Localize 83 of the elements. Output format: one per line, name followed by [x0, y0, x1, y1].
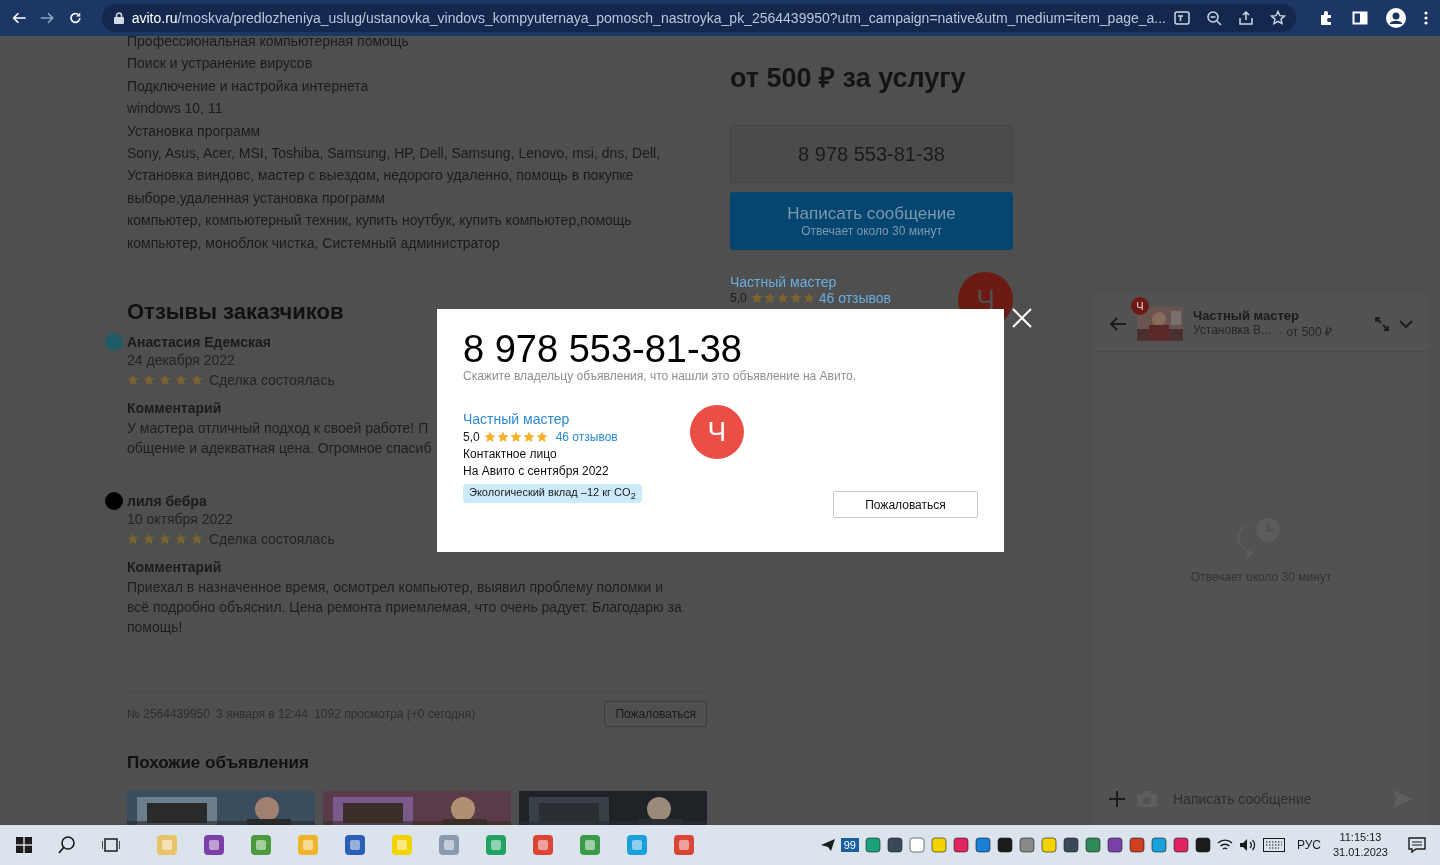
star-icon	[750, 292, 763, 304]
tray-icon[interactable]	[952, 837, 969, 853]
notification-badge: 99	[840, 838, 859, 852]
tray-icon[interactable]	[886, 837, 903, 853]
search-icon[interactable]	[58, 836, 76, 854]
star-icon	[535, 431, 548, 443]
star-icon	[789, 292, 802, 304]
forward-icon[interactable]	[40, 10, 55, 26]
tray-icon[interactable]	[1106, 837, 1123, 853]
report-button[interactable]: Пожаловаться	[833, 491, 978, 518]
eco-badge: Экологический вклад –12 кг CO$_{2}$	[463, 484, 642, 504]
star-icon	[175, 533, 187, 546]
reviews-link[interactable]: 46 отзывов	[555, 430, 618, 444]
rating-value: 5,0	[463, 430, 480, 444]
menu-icon[interactable]	[1424, 10, 1428, 26]
clock-time: 11:15:13	[1339, 830, 1382, 845]
tray-icon[interactable]	[1084, 837, 1101, 853]
app-icon[interactable]	[203, 834, 225, 856]
tray-icon[interactable]	[974, 837, 991, 853]
windows-icon[interactable]	[16, 837, 32, 853]
star-outline-icon[interactable]	[1270, 10, 1286, 26]
section-heading: Отзывы заказчиков	[127, 299, 344, 326]
task-view-icon[interactable]	[102, 837, 120, 853]
star-icon	[191, 533, 203, 546]
member-since: На Авито с сентября 2022	[463, 464, 609, 478]
star-icon	[127, 374, 139, 387]
address-bar[interactable]: avito.ru/moskva/predlozheniya_uslug/ustanovka_vindovs_kompyuternaya_pomosch_nastroyka_pk_2564439950?utm_campaign=native&utm_medium=item_page_a...	[101, 4, 1296, 32]
star-icon	[127, 533, 139, 546]
profile-icon[interactable]	[1386, 8, 1406, 28]
notification-icon[interactable]	[1408, 837, 1426, 853]
tray-icon[interactable]	[996, 837, 1013, 853]
reviews-link[interactable]: 46 отзывов	[818, 290, 892, 306]
app-icon[interactable]	[532, 834, 554, 856]
star-icon	[143, 533, 155, 546]
translate-icon[interactable]	[1174, 10, 1190, 26]
hint-text: Скажите владельцу объявления, что нашли это объявление на Авито.	[463, 369, 858, 383]
app-icon[interactable]	[673, 834, 695, 856]
tray-icon[interactable]	[1018, 837, 1035, 853]
clock-date: 31.01.2023	[1332, 845, 1388, 860]
seller-link[interactable]: Частный мастер	[463, 411, 570, 427]
contact-label: Контактное лицо	[463, 447, 557, 461]
language-indicator[interactable]: РУС	[1296, 838, 1321, 852]
back-icon[interactable]	[12, 10, 27, 26]
url-text: avito.ru/moskva/predlozheniya_uslug/ustanovka_vindovs_kompyuternaya_pomosch_nastroyka_pk_2564439950?utm_campaign=native&utm_medium=item_page_a...	[131, 10, 1166, 26]
app-icon[interactable]	[250, 834, 272, 856]
star-icon	[483, 431, 496, 443]
star-icon	[191, 374, 203, 387]
avatar-badge: Ч	[1131, 297, 1149, 315]
app-icon[interactable]	[344, 834, 366, 856]
lock-icon	[113, 12, 124, 24]
star-icon	[776, 292, 789, 304]
close-icon[interactable]	[1012, 308, 1032, 328]
wifi-icon[interactable]	[1216, 838, 1233, 852]
tray-icon[interactable]	[1172, 837, 1189, 853]
section-heading: Похожие объявления	[127, 753, 309, 774]
tray-icon[interactable]	[1194, 837, 1211, 853]
message-button[interactable]: Написать сообщение Отвечает около 30 минут	[730, 192, 1013, 250]
star-icon	[509, 431, 522, 443]
share-icon[interactable]	[1238, 10, 1254, 26]
puzzle-icon[interactable]	[1318, 10, 1334, 26]
speaker-icon[interactable]	[1238, 838, 1257, 852]
paper-plane-icon[interactable]	[820, 839, 835, 851]
app-icon[interactable]	[579, 834, 601, 856]
star-icon	[522, 431, 535, 443]
tray-icon[interactable]	[1062, 837, 1079, 853]
side-panel-icon[interactable]	[1352, 10, 1368, 26]
star-icon	[143, 374, 155, 387]
star-icon	[496, 431, 509, 443]
star-icon	[175, 374, 187, 387]
price-text: от 500 ₽ за услугу	[730, 62, 967, 95]
seller-link[interactable]: Частный мастер	[730, 274, 892, 290]
tray-icon[interactable]	[1128, 837, 1145, 853]
avatar: Ч	[689, 405, 744, 459]
star-icon	[763, 292, 776, 304]
star-icon	[802, 292, 815, 304]
phone-number: 8 978 553-81-38	[463, 327, 743, 370]
keyboard-icon[interactable]	[1262, 838, 1285, 852]
star-icon	[159, 374, 171, 387]
reload-icon[interactable]	[68, 10, 82, 26]
star-icon	[159, 533, 171, 546]
tray-icon[interactable]	[864, 837, 881, 853]
tray-icon[interactable]	[1150, 837, 1167, 853]
zoom-icon[interactable]	[1206, 10, 1222, 26]
